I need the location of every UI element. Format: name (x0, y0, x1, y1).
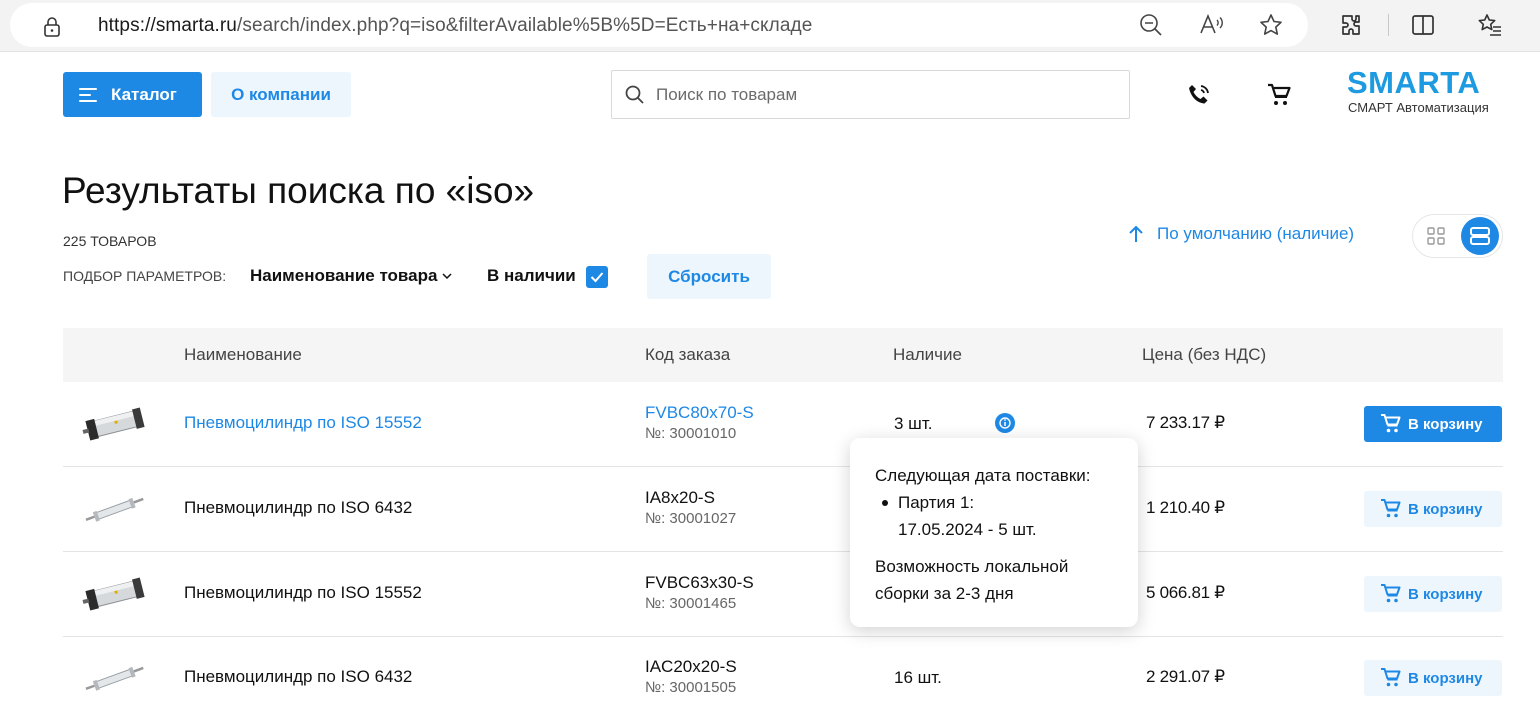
tooltip-heading: Следующая дата поставки: (875, 466, 1091, 485)
url-host: https://smarta.ru (98, 15, 237, 36)
batch-item: Партия 1: 17.05.2024 - 5 шт. (878, 489, 1118, 543)
sort-dropdown[interactable]: По умолчанию (наличие) (1127, 224, 1354, 244)
product-name[interactable]: Пневмоцилиндр по ISO 15552 (184, 583, 422, 603)
product-image[interactable] (81, 487, 149, 532)
batch-list: Партия 1: 17.05.2024 - 5 шт. (878, 489, 1118, 543)
delivery-tooltip: Следующая дата поставки: Партия 1: 17.05… (850, 438, 1138, 627)
checkmark-icon (590, 272, 604, 283)
results-count: 225 ТОВАРОВ (63, 233, 157, 249)
table-row: Пневмоцилиндр по ISO 6432 IA8x20-S №: 30… (63, 467, 1503, 552)
toolbar-divider (1388, 14, 1389, 36)
reset-filters-button[interactable]: Сбросить (647, 254, 771, 299)
favorite-star-icon[interactable] (1258, 12, 1284, 38)
price: 7 233.17 ₽ (1146, 413, 1225, 432)
table-row: Пневмоцилиндр по ISO 15552 FVBC80x70-S №… (63, 382, 1503, 467)
catalog-button[interactable]: Каталог (63, 72, 202, 117)
header-code: Код заказа (645, 345, 731, 364)
add-to-cart-button[interactable]: В корзину (1364, 576, 1502, 612)
name-filter-label: Наименование товара (250, 266, 438, 285)
arrow-up-icon (1129, 225, 1143, 242)
order-code-link[interactable]: FVBC80x70-S (645, 403, 754, 423)
price: 5 066.81 ₽ (1146, 583, 1225, 602)
cart-icon (1381, 414, 1401, 433)
product-image[interactable] (81, 656, 149, 701)
header-name: Наименование (184, 345, 302, 364)
page-title: Результаты поиска по «iso» (62, 170, 535, 211)
split-screen-icon[interactable] (1410, 12, 1436, 38)
add-to-cart-button[interactable]: В корзину (1364, 406, 1502, 442)
phone-icon[interactable] (1186, 82, 1212, 108)
order-code: IAC20x20-S (645, 657, 737, 676)
stock-quantity: 16 шт. (894, 668, 942, 687)
assembly-note: Возможность локальной сборки за 2-3 дня (875, 557, 1069, 603)
favorites-list-icon[interactable] (1477, 12, 1503, 38)
info-icon[interactable] (994, 412, 1016, 434)
sort-label: По умолчанию (наличие) (1157, 224, 1355, 243)
add-to-cart-button[interactable]: В корзину (1364, 491, 1502, 527)
product-name[interactable]: Пневмоцилиндр по ISO 6432 (184, 498, 412, 518)
product-name[interactable]: Пневмоцилиндр по ISO 6432 (184, 667, 412, 687)
article-number: №: 30001465 (645, 595, 737, 612)
search-input[interactable] (656, 84, 1096, 105)
batch-detail: 17.05.2024 - 5 шт. (898, 520, 1037, 539)
batch-title: Партия 1: (898, 493, 975, 512)
order-code: IA8x20-S (645, 488, 715, 507)
cart-icon (1381, 499, 1401, 518)
cart-icon (1381, 584, 1401, 603)
name-filter-dropdown[interactable]: Наименование товара (250, 266, 453, 286)
price: 1 210.40 ₽ (1146, 498, 1225, 517)
stock-quantity: 3 шт. (894, 414, 933, 433)
table-row: Пневмоцилиндр по ISO 6432 IAC20x20-S №: … (63, 636, 1503, 718)
menu-icon (79, 87, 97, 102)
extensions-icon[interactable] (1338, 12, 1364, 38)
url-text[interactable]: https://smarta.ru/search/index.php?q=iso… (98, 15, 812, 37)
order-code: FVBC63x30-S (645, 573, 754, 592)
url-path: /search/index.php?q=iso&filterAvailable%… (236, 15, 813, 36)
header-price: Цена (без НДС) (1142, 345, 1267, 364)
zoom-out-icon[interactable] (1138, 12, 1164, 38)
article-number: №: 30001010 (645, 425, 737, 442)
search-field[interactable] (611, 70, 1130, 119)
add-to-cart-label: В корзину (1408, 415, 1483, 433)
add-to-cart-label: В корзину (1408, 500, 1483, 518)
product-image[interactable] (81, 572, 149, 617)
header-stock: Наличие (893, 345, 962, 364)
in-stock-label: В наличии (487, 266, 576, 285)
in-stock-checkbox[interactable] (586, 266, 608, 288)
add-to-cart-label: В корзину (1408, 585, 1483, 603)
read-aloud-icon[interactable] (1198, 12, 1224, 38)
list-view-button[interactable] (1461, 217, 1499, 255)
add-to-cart-label: В корзину (1408, 669, 1483, 687)
site-logo[interactable]: SMARTA СМАРТ Автоматизация (1347, 65, 1503, 116)
about-company-button[interactable]: О компании (211, 72, 351, 117)
browser-toolbar: https://smarta.ru/search/index.php?q=iso… (0, 0, 1540, 52)
logo-brand: SMARTA (1347, 65, 1481, 100)
list-view-icon (1470, 227, 1490, 245)
catalog-button-label: Каталог (111, 84, 177, 104)
filters-label: ПОДБОР ПАРАМЕТРОВ: (63, 268, 227, 284)
chevron-down-icon (442, 273, 452, 280)
logo-subtitle: СМАРТ Автоматизация (1348, 100, 1489, 115)
table-row: Пневмоцилиндр по ISO 15552 FVBC63x30-S №… (63, 552, 1503, 637)
product-name-link[interactable]: Пневмоцилиндр по ISO 15552 (184, 413, 422, 433)
price: 2 291.07 ₽ (1146, 667, 1225, 686)
article-number: №: 30001505 (645, 679, 737, 696)
cart-icon (1381, 668, 1401, 687)
table-header: Наименование Код заказа Наличие Цена (бе… (63, 328, 1503, 382)
address-bar[interactable]: https://smarta.ru/search/index.php?q=iso… (10, 3, 1308, 47)
product-image[interactable] (81, 402, 149, 447)
article-number: №: 30001027 (645, 510, 737, 527)
search-icon (625, 85, 644, 104)
grid-view-icon[interactable] (1426, 226, 1446, 246)
cart-icon[interactable] (1266, 82, 1292, 108)
add-to-cart-button[interactable]: В корзину (1364, 660, 1502, 696)
lock-icon[interactable] (42, 16, 62, 38)
